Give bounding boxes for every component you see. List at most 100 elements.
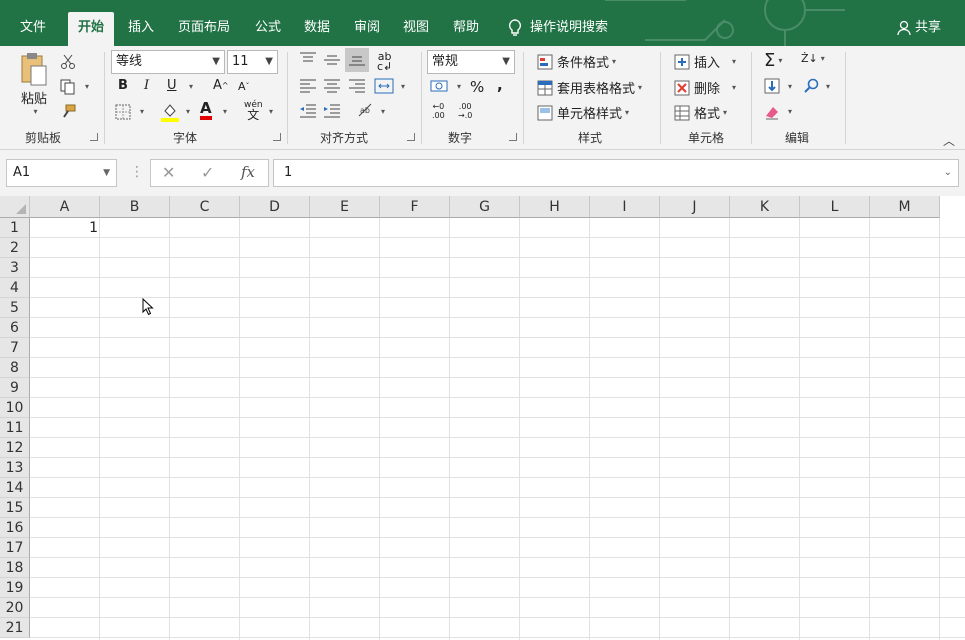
accounting-format-icon[interactable] [430,78,450,94]
column-header-F[interactable]: F [380,196,450,218]
format-cells-button[interactable]: 格式 ▾ [674,103,727,122]
column-header-I[interactable]: I [590,196,660,218]
merge-center-icon[interactable] [374,78,394,94]
fill-color-dropdown-icon[interactable]: ▾ [186,107,190,116]
row-header-9[interactable]: 9 [0,378,30,398]
font-launcher-icon[interactable] [273,133,281,141]
row-header-2[interactable]: 2 [0,238,30,258]
enter-icon[interactable]: ✓ [201,163,214,182]
format-as-table-button[interactable]: 套用表格格式 ▾ [537,78,642,97]
row-header-18[interactable]: 18 [0,558,30,578]
column-header-L[interactable]: L [800,196,870,218]
column-header-M[interactable]: M [870,196,940,218]
format-painter-icon[interactable] [60,104,76,120]
row-header-1[interactable]: 1 [0,218,30,238]
phonetic-dropdown-icon[interactable]: ▾ [269,107,273,116]
paste-dropdown-icon[interactable]: ▾ [33,107,37,116]
row-header-10[interactable]: 10 [0,398,30,418]
fill-color-icon[interactable] [161,102,179,122]
column-header-C[interactable]: C [170,196,240,218]
row-header-21[interactable]: 21 [0,618,30,638]
align-bottom-active[interactable] [345,48,369,72]
underline-button[interactable]: U [167,78,177,93]
grow-font-button[interactable]: A ^ [213,78,229,93]
row-header-5[interactable]: 5 [0,298,30,318]
comma-button[interactable]: , [497,76,503,94]
align-left-icon[interactable] [299,79,317,93]
font-color-dropdown-icon[interactable]: ▾ [223,107,227,116]
merge-dropdown-icon[interactable]: ▾ [401,82,405,91]
paste-button[interactable]: 粘贴 ▾ [14,52,54,116]
tab-data[interactable]: 数据 [294,12,340,46]
column-header-H[interactable]: H [520,196,590,218]
align-top-icon[interactable] [299,52,317,66]
find-select-icon[interactable] [803,78,819,94]
cell-styles-button[interactable]: 单元格样式 ▾ [537,103,629,122]
row-header-14[interactable]: 14 [0,478,30,498]
align-right-icon[interactable] [348,79,366,93]
number-launcher-icon[interactable] [509,133,517,141]
tab-home[interactable]: 开始 [68,12,115,46]
row-header-20[interactable]: 20 [0,598,30,618]
tab-formulas[interactable]: 公式 [245,12,291,46]
formula-input[interactable]: 1 ⌄ [273,159,959,187]
row-header-19[interactable]: 19 [0,578,30,598]
phonetic-guide-button[interactable]: wén 文 [244,100,263,121]
find-dropdown-icon[interactable]: ▾ [826,82,830,91]
align-middle-icon[interactable] [323,54,341,68]
tab-help[interactable]: 帮助 [443,12,489,46]
percent-button[interactable]: % [470,78,484,96]
clear-icon[interactable] [764,104,780,120]
shrink-font-button[interactable]: Aˇ [238,80,250,93]
fill-dropdown-icon[interactable]: ▾ [788,82,792,91]
cell-A1[interactable]: 1 [30,218,98,238]
row-header-8[interactable]: 8 [0,358,30,378]
tab-view[interactable]: 视图 [393,12,439,46]
number-format-select[interactable]: 常规 ▼ [427,50,515,74]
collapse-ribbon-icon[interactable]: ︿ [943,132,955,149]
row-header-16[interactable]: 16 [0,518,30,538]
row-header-4[interactable]: 4 [0,278,30,298]
cells-area[interactable] [30,218,965,640]
border-icon[interactable] [115,104,131,120]
decrease-decimal-icon[interactable]: .00 →.0 [458,102,472,120]
conditional-format-button[interactable]: 条件格式 ▾ [537,52,616,71]
font-size-select[interactable]: 11 ▼ [227,50,278,74]
tab-page-layout[interactable]: 页面布局 [168,12,240,46]
border-dropdown-icon[interactable]: ▾ [140,107,144,116]
copy-dropdown-icon[interactable]: ▾ [85,82,89,91]
row-header-12[interactable]: 12 [0,438,30,458]
underline-dropdown-icon[interactable]: ▾ [189,82,193,91]
fill-down-icon[interactable] [764,78,780,94]
column-header-B[interactable]: B [100,196,170,218]
cut-icon[interactable] [60,54,76,70]
increase-indent-icon[interactable] [323,104,341,118]
expand-formula-icon[interactable]: ⌄ [944,160,952,186]
autosum-button[interactable]: Σ ▾ [764,50,782,71]
alignment-launcher-icon[interactable] [407,133,415,141]
worksheet-grid[interactable]: ABCDEFGHIJKLM 1 2 3 4 5 6 7 8 9 10 11 12 13 14 15 16 17 1… [0,196,965,640]
delete-cells-button[interactable]: 删除 ▾ [674,78,736,97]
tab-review[interactable]: 审阅 [344,12,390,46]
clipboard-launcher-icon[interactable] [90,133,98,141]
row-header-11[interactable]: 11 [0,418,30,438]
decrease-indent-icon[interactable] [299,104,317,118]
font-color-button[interactable]: A [200,100,212,120]
orientation-icon[interactable]: ab [357,102,375,118]
clear-dropdown-icon[interactable]: ▾ [788,107,792,116]
accounting-dropdown-icon[interactable]: ▾ [457,82,461,91]
bold-button[interactable]: B [118,78,128,93]
tab-file[interactable]: 文件 [10,12,56,46]
column-header-E[interactable]: E [310,196,380,218]
row-header-15[interactable]: 15 [0,498,30,518]
name-box[interactable]: A1 ▼ [6,159,117,187]
orientation-dropdown-icon[interactable]: ▾ [381,107,385,116]
row-header-3[interactable]: 3 [0,258,30,278]
copy-icon[interactable] [60,79,76,95]
column-header-J[interactable]: J [660,196,730,218]
column-header-A[interactable]: A [30,196,100,218]
select-all-button[interactable] [0,196,30,218]
row-header-13[interactable]: 13 [0,458,30,478]
insert-cells-button[interactable]: 插入 ▾ [674,52,736,71]
row-header-6[interactable]: 6 [0,318,30,338]
